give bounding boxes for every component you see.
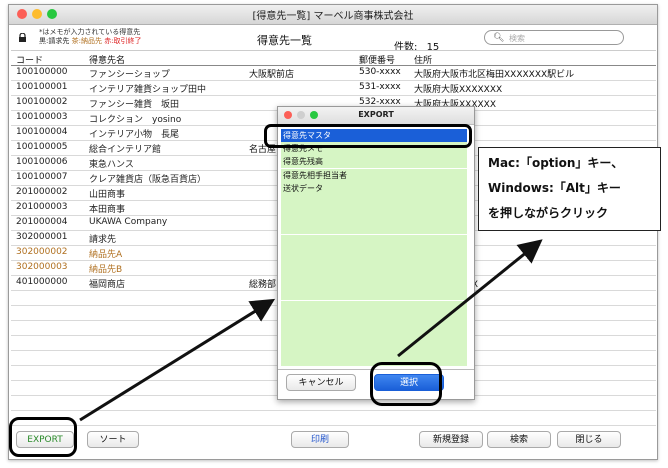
annotation-arrows — [79, 239, 543, 422]
arrow-export-to-dialog — [79, 298, 276, 422]
callout-line-3: を押しながらクリック — [488, 206, 609, 220]
instruction-callout: Mac:「option」キー、 Windows:「Alt」キー を押しながらクリ… — [478, 147, 661, 231]
callout-line-1: Mac:「option」キー、 — [488, 156, 624, 170]
callout-line-2: Windows:「Alt」キー — [488, 181, 621, 195]
arrow-select-to-callout — [397, 239, 543, 358]
